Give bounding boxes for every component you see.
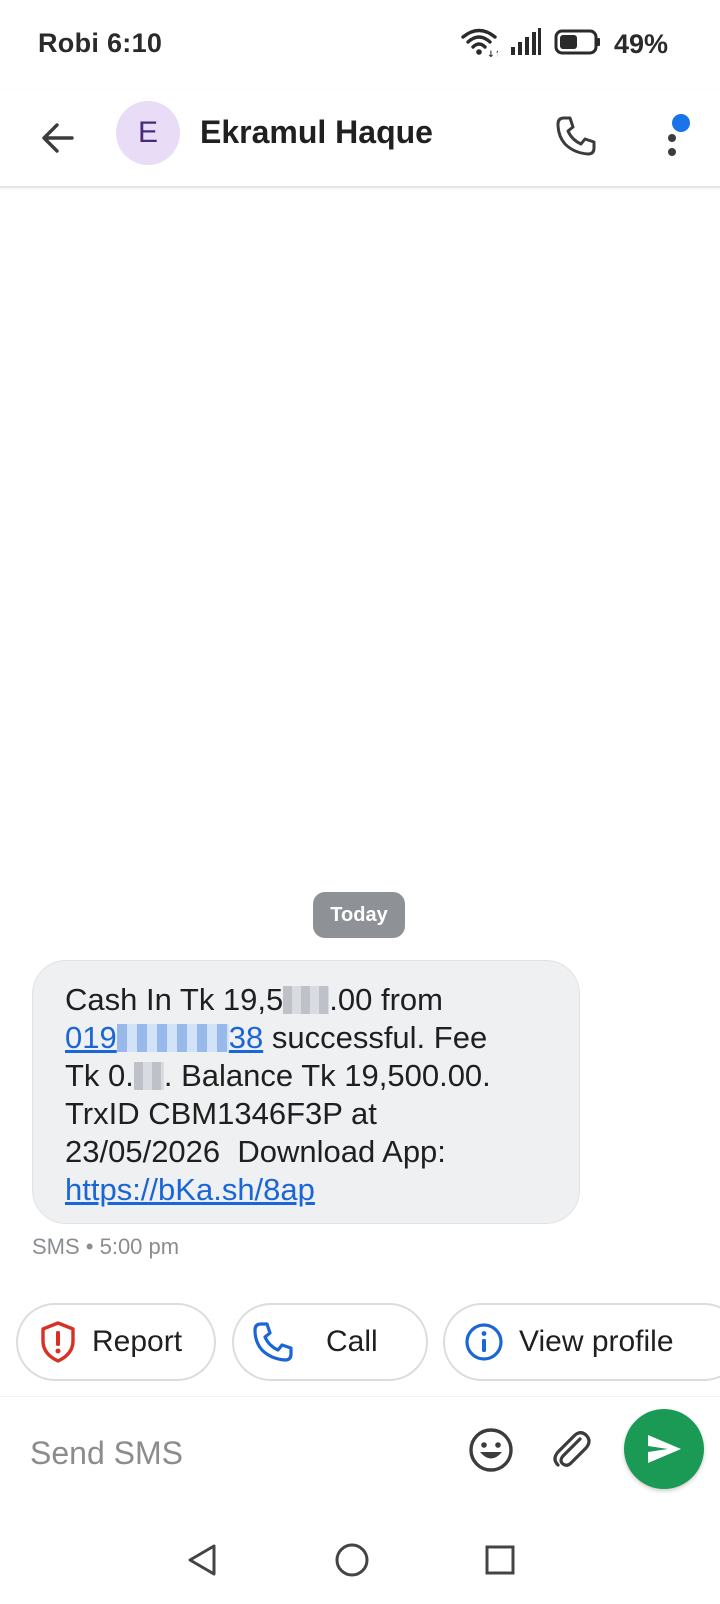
chip-label: Report xyxy=(92,1325,183,1358)
back-button[interactable] xyxy=(30,110,86,166)
info-icon xyxy=(465,1323,503,1361)
emoji-icon xyxy=(469,1428,513,1472)
chip-label: Call xyxy=(326,1325,378,1358)
message-text: .00 from xyxy=(329,982,443,1017)
redacted-block xyxy=(133,1061,164,1090)
message-line-2: 019 38 successful. Fee xyxy=(65,1019,553,1057)
attach-button[interactable] xyxy=(546,1425,596,1475)
app-download-link[interactable]: https://bKa.sh/8ap xyxy=(65,1172,315,1207)
more-vert-icon xyxy=(668,134,676,142)
chip-label: View profile xyxy=(519,1325,674,1358)
date-label: Today xyxy=(313,892,405,938)
recents-square-icon xyxy=(485,1545,515,1575)
message-line-3: Tk 0. . Balance Tk 19,500.00. xyxy=(65,1057,553,1095)
message-line-1: Cash In Tk 19,5 .00 from xyxy=(65,981,553,1019)
status-icons: ↓↑ 49% xyxy=(460,26,668,62)
message-line-6: https://bKa.sh/8ap xyxy=(65,1171,553,1209)
wifi-icon: ↓↑ xyxy=(460,26,502,63)
avatar[interactable]: E xyxy=(116,101,180,165)
message-bubble[interactable]: Cash In Tk 19,5 .00 from 019 38 successful… xyxy=(32,960,580,1224)
nav-back-button[interactable] xyxy=(178,1536,226,1584)
emoji-button[interactable] xyxy=(466,1425,516,1475)
report-shield-icon xyxy=(41,1321,75,1363)
battery-icon xyxy=(554,28,602,61)
notification-dot xyxy=(672,114,690,132)
back-triangle-icon xyxy=(188,1544,216,1576)
battery-percent: 49% xyxy=(613,28,668,59)
signal-icon xyxy=(510,27,542,62)
home-circle-icon xyxy=(335,1543,369,1577)
composer xyxy=(0,1396,720,1516)
phone-number-link[interactable]: 019 38 xyxy=(65,1020,263,1055)
contact-name[interactable]: Ekramul Haque xyxy=(200,114,433,151)
send-button[interactable] xyxy=(624,1409,704,1489)
status-bar: Robi 6:10 ↓↑ xyxy=(0,0,720,90)
suggestion-chips: Report Call View profile xyxy=(16,1303,720,1383)
nav-home-button[interactable] xyxy=(328,1536,376,1584)
call-button[interactable] xyxy=(548,108,604,164)
message-line-4: TrxID CBM1346F3P at xyxy=(65,1096,377,1131)
message-text: Cash In Tk 19,5 xyxy=(65,982,284,1017)
redacted-block xyxy=(116,1023,229,1052)
message-text: successful. Fee xyxy=(263,1020,488,1055)
nav-recents-button[interactable] xyxy=(476,1536,524,1584)
more-options-button[interactable] xyxy=(650,108,700,164)
carrier-time: Robi 6:10 xyxy=(38,28,163,58)
arrow-back-icon xyxy=(42,123,74,153)
send-icon xyxy=(648,1435,681,1463)
app-bar: E Ekramul Haque xyxy=(0,90,720,188)
more-vert-icon-dot xyxy=(668,148,676,156)
attach-icon xyxy=(553,1431,591,1467)
call-chip[interactable]: Call xyxy=(232,1303,428,1381)
message-text: Tk 0. xyxy=(65,1058,134,1093)
redacted-block xyxy=(283,985,330,1014)
message-text: . Balance Tk 19,500.00. xyxy=(163,1058,491,1093)
report-chip[interactable]: Report xyxy=(16,1303,216,1381)
message-meta: SMS • 5:00 pm xyxy=(32,1234,180,1259)
phone-icon xyxy=(556,116,596,156)
system-nav-bar xyxy=(0,1516,720,1604)
phone-icon xyxy=(253,1322,293,1362)
message-line-5: 23/05/2026 Download App: xyxy=(65,1134,446,1169)
svg-text:↓↑: ↓↑ xyxy=(487,50,498,58)
message-input[interactable] xyxy=(30,1425,440,1481)
view-profile-chip[interactable]: View profile xyxy=(443,1303,720,1381)
